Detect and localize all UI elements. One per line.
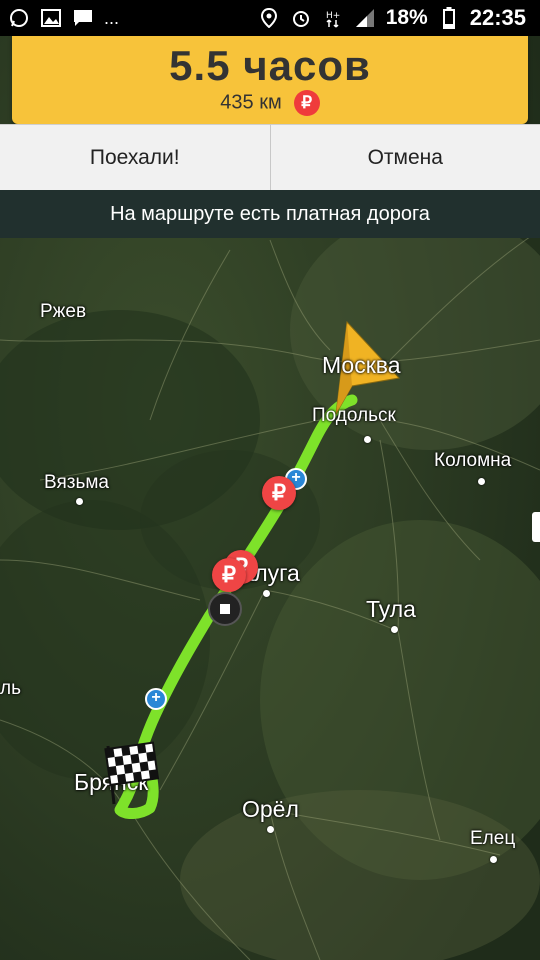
route-summary-card: 5.5 часов 435 км ₽	[12, 36, 528, 124]
toll-icon: ₽	[293, 90, 320, 116]
city-label-partial: ль	[0, 678, 21, 699]
city-label-kolomna: Коломна	[434, 450, 512, 471]
status-bar: ... H+ 18% 22:35	[0, 0, 540, 36]
city-dot-elets	[490, 856, 497, 863]
action-buttons: Поехали! Отмена	[0, 124, 540, 190]
whatsapp-icon	[8, 7, 30, 29]
city-label-podolsk: Подольск	[312, 405, 396, 426]
alarm-icon	[290, 7, 312, 29]
city-label-vyazma: Вязьма	[44, 472, 109, 493]
waypoint-stop-icon[interactable]	[208, 592, 242, 626]
offscreen-marker[interactable]	[532, 512, 540, 542]
city-dot-tula	[391, 626, 398, 633]
gallery-icon	[40, 7, 62, 29]
city-dot-vyazma	[76, 498, 83, 505]
route-duration: 5.5 часов	[169, 42, 371, 89]
toll-road-marker[interactable]: ₽	[212, 558, 246, 592]
route-distance-row: 435 км ₽	[12, 90, 528, 116]
more-notifications: ...	[104, 7, 120, 28]
city-dot-orel	[267, 826, 274, 833]
speed-camera-icon[interactable]: +	[145, 688, 167, 710]
toll-road-notice: На маршруте есть платная дорога	[0, 190, 540, 238]
battery-icon	[438, 7, 460, 29]
toll-road-marker[interactable]: ₽	[262, 476, 296, 510]
location-icon	[258, 7, 280, 29]
go-button[interactable]: Поехали!	[0, 124, 271, 190]
city-dot-kolomna	[478, 478, 485, 485]
city-label-tula: Тула	[366, 596, 416, 622]
finish-flag-icon	[100, 740, 160, 806]
clock: 22:35	[469, 5, 526, 30]
battery-percent: 18%	[385, 6, 428, 29]
city-label-elets: Елец	[470, 828, 516, 849]
message-icon	[72, 7, 94, 29]
cancel-button[interactable]: Отмена	[270, 124, 540, 190]
data-h-plus-icon: H+	[322, 7, 344, 29]
signal-icon	[354, 7, 376, 29]
svg-text:H+: H+	[326, 11, 340, 21]
city-label-orel: Орёл	[242, 796, 299, 822]
city-label-moscow: Москва	[322, 352, 401, 378]
city-dot-podolsk	[364, 436, 371, 443]
route-distance: 435 км	[220, 91, 282, 114]
city-label-rzhev: Ржев	[40, 301, 87, 322]
city-dot-kaluga	[263, 590, 270, 597]
